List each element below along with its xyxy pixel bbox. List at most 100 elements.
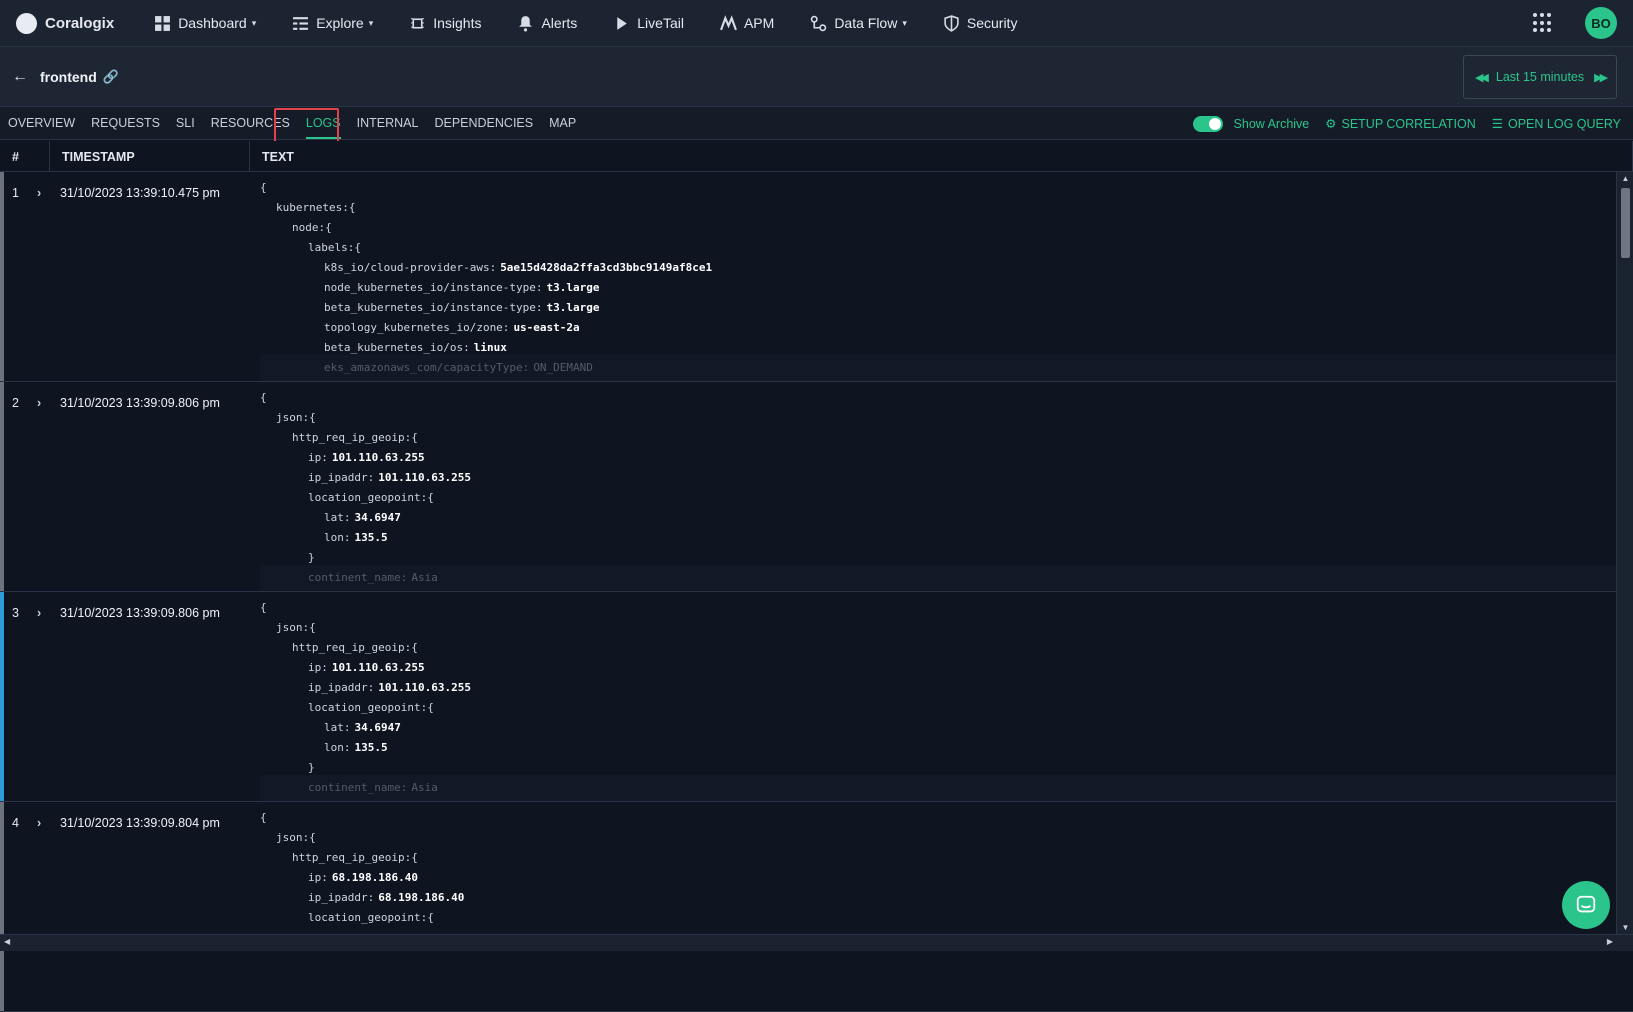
table-row[interactable]: 3›31/10/2023 13:39:09.806 pm{json:{http_… bbox=[0, 592, 1633, 802]
json-key: ip_ipaddr: bbox=[308, 471, 374, 484]
nav-item-apm[interactable]: APM bbox=[720, 15, 774, 32]
json-line: labels:{ bbox=[260, 238, 1633, 258]
tab-overview[interactable]: OVERVIEW bbox=[8, 107, 75, 140]
nav-item-insights[interactable]: Insights bbox=[409, 15, 481, 32]
col-header-timestamp[interactable]: TIMESTAMP bbox=[50, 141, 250, 172]
vertical-scrollbar[interactable]: ▲ ▼ bbox=[1616, 172, 1633, 934]
forward-icon[interactable]: ▶▶ bbox=[1594, 71, 1605, 84]
open-log-query-button[interactable]: ☰ OPEN LOG QUERY bbox=[1492, 116, 1621, 131]
json-key: continent_name: bbox=[308, 571, 407, 584]
tab-logs[interactable]: LOGS bbox=[306, 107, 341, 140]
json-line: lat:34.6947 bbox=[260, 718, 1633, 738]
chevron-down-icon: ▾ bbox=[369, 18, 374, 29]
time-range-picker[interactable]: ◀◀ Last 15 minutes ▶▶ bbox=[1463, 55, 1617, 99]
apps-grid-icon[interactable] bbox=[1533, 13, 1553, 33]
service-name: frontend bbox=[40, 69, 97, 85]
nav-item-dashboard[interactable]: Dashboard▾ bbox=[154, 15, 256, 32]
table-header: # TIMESTAMP TEXT bbox=[0, 141, 1633, 172]
nav-item-data-flow[interactable]: Data Flow▾ bbox=[810, 15, 907, 32]
explore-icon bbox=[292, 15, 309, 32]
json-key: lat: bbox=[324, 721, 351, 734]
scroll-up-icon[interactable]: ▲ bbox=[1617, 174, 1633, 183]
json-value: linux bbox=[474, 341, 507, 354]
chat-button[interactable] bbox=[1562, 881, 1610, 929]
json-value: 101.110.63.255 bbox=[332, 661, 425, 674]
table-row[interactable]: 2›31/10/2023 13:39:09.806 pm{json:{http_… bbox=[0, 382, 1633, 592]
json-line: http_req_ip_geoip:{ bbox=[260, 848, 1633, 868]
nav-item-livetail[interactable]: LiveTail bbox=[613, 15, 684, 32]
json-line: } bbox=[260, 758, 1633, 778]
brand-logo[interactable]: Coralogix bbox=[16, 13, 114, 34]
json-key: http_req_ip_geoip:{ bbox=[292, 431, 418, 444]
json-line: json:{ bbox=[260, 618, 1633, 638]
setup-correlation-button[interactable]: ⚙ SETUP CORRELATION bbox=[1325, 116, 1476, 131]
scroll-left-icon[interactable]: ◀ bbox=[4, 937, 10, 946]
chevron-down-icon: ▾ bbox=[902, 18, 907, 29]
nav-item-label: Dashboard bbox=[178, 15, 247, 31]
json-value: 34.6947 bbox=[355, 511, 401, 524]
json-line: ip: 101.110.63.255 bbox=[260, 658, 1633, 678]
severity-bar bbox=[0, 592, 4, 801]
json-value: 68.198.186.40 bbox=[378, 891, 464, 904]
row-timestamp: 31/10/2023 13:39:09.806 pm bbox=[50, 592, 250, 801]
horizontal-scrollbar[interactable]: ◀ ▶ bbox=[0, 934, 1633, 951]
json-key: location_geopoint:{ bbox=[308, 911, 434, 924]
json-key: json:{ bbox=[276, 831, 316, 844]
nav-item-explore[interactable]: Explore▾ bbox=[292, 15, 373, 32]
nav-item-security[interactable]: Security bbox=[943, 15, 1018, 32]
tab-map[interactable]: MAP bbox=[549, 107, 576, 140]
show-archive-toggle[interactable]: Show Archive bbox=[1193, 116, 1310, 132]
json-line: { bbox=[260, 598, 1633, 618]
table-row[interactable]: 4›31/10/2023 13:39:09.804 pm{json:{http_… bbox=[0, 802, 1633, 1012]
json-key: json:{ bbox=[276, 411, 316, 424]
col-header-num[interactable]: # bbox=[0, 141, 50, 172]
avatar[interactable]: BO bbox=[1585, 7, 1617, 39]
json-key: node:{ bbox=[292, 221, 332, 234]
row-number: 2 bbox=[12, 396, 19, 591]
json-line: location_geopoint:{ bbox=[260, 698, 1633, 718]
rewind-icon[interactable]: ◀◀ bbox=[1475, 71, 1486, 84]
toggle-switch[interactable] bbox=[1193, 116, 1223, 132]
chevron-right-icon[interactable]: › bbox=[37, 606, 41, 801]
json-line: beta_kubernetes_io/os:linux bbox=[260, 338, 1633, 358]
col-header-text[interactable]: TEXT bbox=[250, 141, 1633, 172]
json-line: lon:135.5 bbox=[260, 528, 1633, 548]
json-key: } bbox=[308, 551, 315, 564]
tab-requests[interactable]: REQUESTS bbox=[91, 107, 160, 140]
tab-dependencies[interactable]: DEPENDENCIES bbox=[434, 107, 533, 140]
link-icon[interactable]: 🔗 bbox=[103, 69, 119, 85]
json-key: kubernetes:{ bbox=[276, 201, 355, 214]
shield-icon bbox=[943, 15, 960, 32]
top-nav: Coralogix Dashboard▾Explore▾InsightsAler… bbox=[0, 0, 1633, 46]
time-range-label: Last 15 minutes bbox=[1496, 70, 1584, 84]
json-line: lat:34.6947 bbox=[260, 508, 1633, 528]
list-icon: ☰ bbox=[1492, 116, 1503, 131]
tab-internal[interactable]: INTERNAL bbox=[357, 107, 419, 140]
service-header: ← frontend 🔗 ◀◀ Last 15 minutes ▶▶ bbox=[0, 46, 1633, 107]
json-line: ip_ipaddr:101.110.63.255 bbox=[260, 468, 1633, 488]
json-key: beta_kubernetes_io/instance-type: bbox=[324, 301, 543, 314]
bell-icon bbox=[517, 15, 534, 32]
nav-item-alerts[interactable]: Alerts bbox=[517, 15, 577, 32]
chevron-right-icon[interactable]: › bbox=[37, 816, 41, 1011]
back-arrow-icon[interactable]: ← bbox=[12, 68, 28, 86]
tab-resources[interactable]: RESOURCES bbox=[211, 107, 290, 140]
table-row[interactable]: 1›31/10/2023 13:39:10.475 pm{kubernetes:… bbox=[0, 172, 1633, 382]
json-value: ON_DEMAND bbox=[533, 361, 593, 374]
json-key: topology_kubernetes_io/zone: bbox=[324, 321, 509, 334]
open-log-query-label: OPEN LOG QUERY bbox=[1508, 117, 1621, 131]
scroll-right-icon[interactable]: ▶ bbox=[1607, 937, 1613, 946]
tab-sli[interactable]: SLI bbox=[176, 107, 195, 140]
scroll-down-icon[interactable]: ▼ bbox=[1617, 923, 1633, 932]
tabs-bar: OVERVIEW REQUESTS SLI RESOURCES LOGS INTERNAL… bbox=[0, 107, 1633, 140]
json-line: http_req_ip_geoip:{ bbox=[260, 428, 1633, 448]
json-key: location_geopoint:{ bbox=[308, 701, 434, 714]
json-key: ip: bbox=[308, 661, 328, 674]
json-line: ip:101.110.63.255 bbox=[260, 448, 1633, 468]
chevron-right-icon[interactable]: › bbox=[37, 186, 41, 381]
json-key: location_geopoint:{ bbox=[308, 491, 434, 504]
scroll-thumb[interactable] bbox=[1621, 188, 1630, 258]
chevron-right-icon[interactable]: › bbox=[37, 396, 41, 591]
json-line: ip_ipaddr:68.198.186.40 bbox=[260, 888, 1633, 908]
json-line: { bbox=[260, 178, 1633, 198]
